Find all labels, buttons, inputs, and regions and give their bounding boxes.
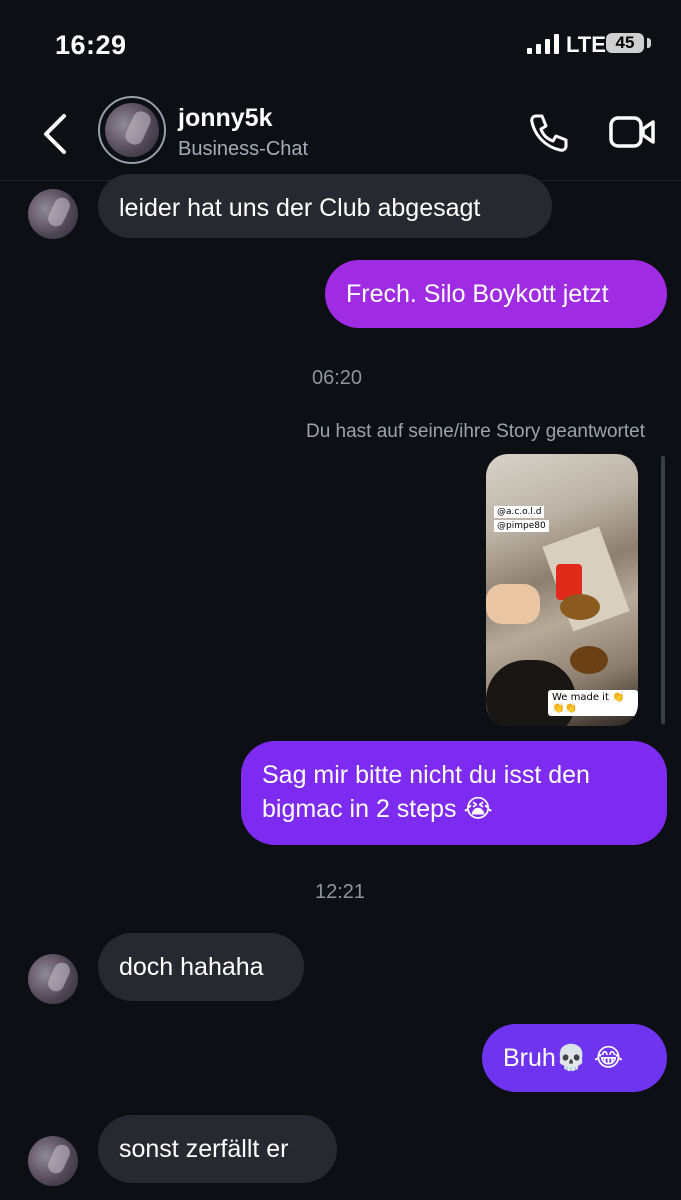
signal-icon [527, 34, 559, 54]
avatar-image [105, 103, 159, 157]
scrollbar[interactable] [661, 456, 665, 724]
story-hand [486, 584, 540, 624]
sender-avatar[interactable] [28, 1136, 78, 1186]
contact-name[interactable]: jonny5k [178, 104, 272, 133]
message-bubble-incoming[interactable]: doch hahaha [98, 933, 304, 1001]
message-bubble-incoming[interactable]: sonst zerfällt er [98, 1115, 337, 1183]
video-icon[interactable] [608, 112, 656, 152]
story-tag: @a.c.o.l.d [494, 506, 545, 518]
sender-avatar[interactable] [28, 954, 78, 1004]
status-bar: 16:29 LTE 45 [0, 0, 681, 88]
message-bubble-outgoing[interactable]: Bruh💀 😂 [482, 1024, 667, 1092]
profile-avatar[interactable] [98, 96, 166, 164]
timestamp: 12:21 [315, 881, 366, 903]
message-bubble-outgoing[interactable]: Frech. Silo Boykott jetzt [325, 260, 667, 328]
story-burger [570, 646, 608, 674]
network-label: LTE [566, 32, 606, 57]
phone-icon[interactable] [526, 110, 570, 154]
contact-subtitle: Business-Chat [178, 138, 309, 160]
message-bubble-incoming[interactable]: leider hat uns der Club abgesagt [98, 174, 552, 238]
sender-avatar[interactable] [28, 189, 78, 239]
battery-icon: 45 [606, 33, 644, 53]
story-thumbnail[interactable]: @a.c.o.l.d @pimpe80 We made it 👏👏👏 [486, 454, 638, 726]
story-reply-note: Du hast auf seine/ihre Story geantwortet [305, 421, 645, 442]
story-caption: We made it 👏👏👏 [548, 690, 638, 716]
story-burger [560, 594, 600, 620]
battery-tip [647, 38, 651, 48]
status-time: 16:29 [55, 30, 127, 60]
timestamp: 06:20 [312, 367, 363, 389]
back-icon[interactable] [40, 112, 70, 156]
chat-header: jonny5k Business-Chat [0, 88, 681, 181]
story-tag: @pimpe80 [494, 520, 549, 532]
message-bubble-outgoing[interactable]: Sag mir bitte nicht du isst den bigmac i… [241, 741, 667, 845]
